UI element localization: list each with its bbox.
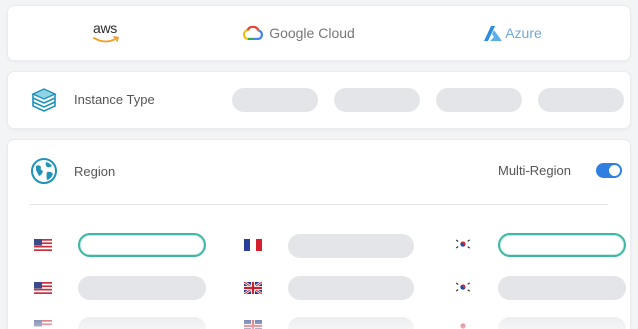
region-divider	[30, 204, 608, 205]
region-option-us-2[interactable]	[78, 276, 206, 300]
region-label: Region	[74, 164, 116, 179]
provider-gcp-tab[interactable]: Google Cloud	[224, 6, 374, 60]
uk-flag-icon	[244, 320, 262, 329]
region-option-kr-2[interactable]	[498, 276, 626, 300]
toggle-knob	[609, 165, 620, 176]
globe-icon	[31, 158, 57, 184]
instance-option-3[interactable]	[436, 88, 522, 112]
region-option-kr-1[interactable]	[498, 233, 626, 257]
kr-flag-icon	[454, 281, 472, 293]
provider-selector: aws Google Cloud Azure	[8, 6, 630, 60]
us-flag-icon	[34, 320, 52, 329]
instance-type-label: Instance Type	[74, 92, 155, 107]
fr-flag-icon	[244, 239, 262, 251]
instance-type-row: Instance Type	[8, 72, 630, 128]
azure-icon	[484, 25, 503, 41]
instance-option-1[interactable]	[232, 88, 318, 112]
uk-flag-icon	[244, 282, 262, 294]
region-option-us-1[interactable]	[78, 233, 206, 257]
aws-logo-icon: aws	[91, 20, 125, 46]
region-option-us-3[interactable]	[78, 317, 206, 329]
kr-flag-icon	[454, 238, 472, 250]
region-option-uk-2[interactable]	[288, 276, 414, 300]
us-flag-icon	[34, 239, 52, 251]
instance-option-4[interactable]	[538, 88, 624, 112]
provider-azure-tab[interactable]: Azure	[458, 6, 568, 60]
multi-region-label: Multi-Region	[498, 163, 571, 178]
kr-flag-icon	[454, 320, 472, 329]
multi-region-toggle[interactable]	[596, 163, 622, 178]
google-cloud-label: Google Cloud	[269, 25, 355, 41]
azure-label: Azure	[505, 25, 542, 41]
aws-smile-icon	[93, 36, 120, 43]
region-option-fr-1[interactable]	[288, 234, 414, 258]
us-flag-icon	[34, 282, 52, 294]
google-cloud-icon	[243, 26, 264, 40]
server-stack-icon	[31, 88, 57, 112]
aws-label: aws	[93, 20, 117, 36]
region-option-kr-3[interactable]	[498, 317, 626, 329]
provider-aws-tab[interactable]: aws	[48, 6, 168, 60]
instance-option-2[interactable]	[334, 88, 420, 112]
region-option-uk-3[interactable]	[288, 317, 414, 329]
region-panel: Region Multi-Region	[8, 140, 630, 329]
